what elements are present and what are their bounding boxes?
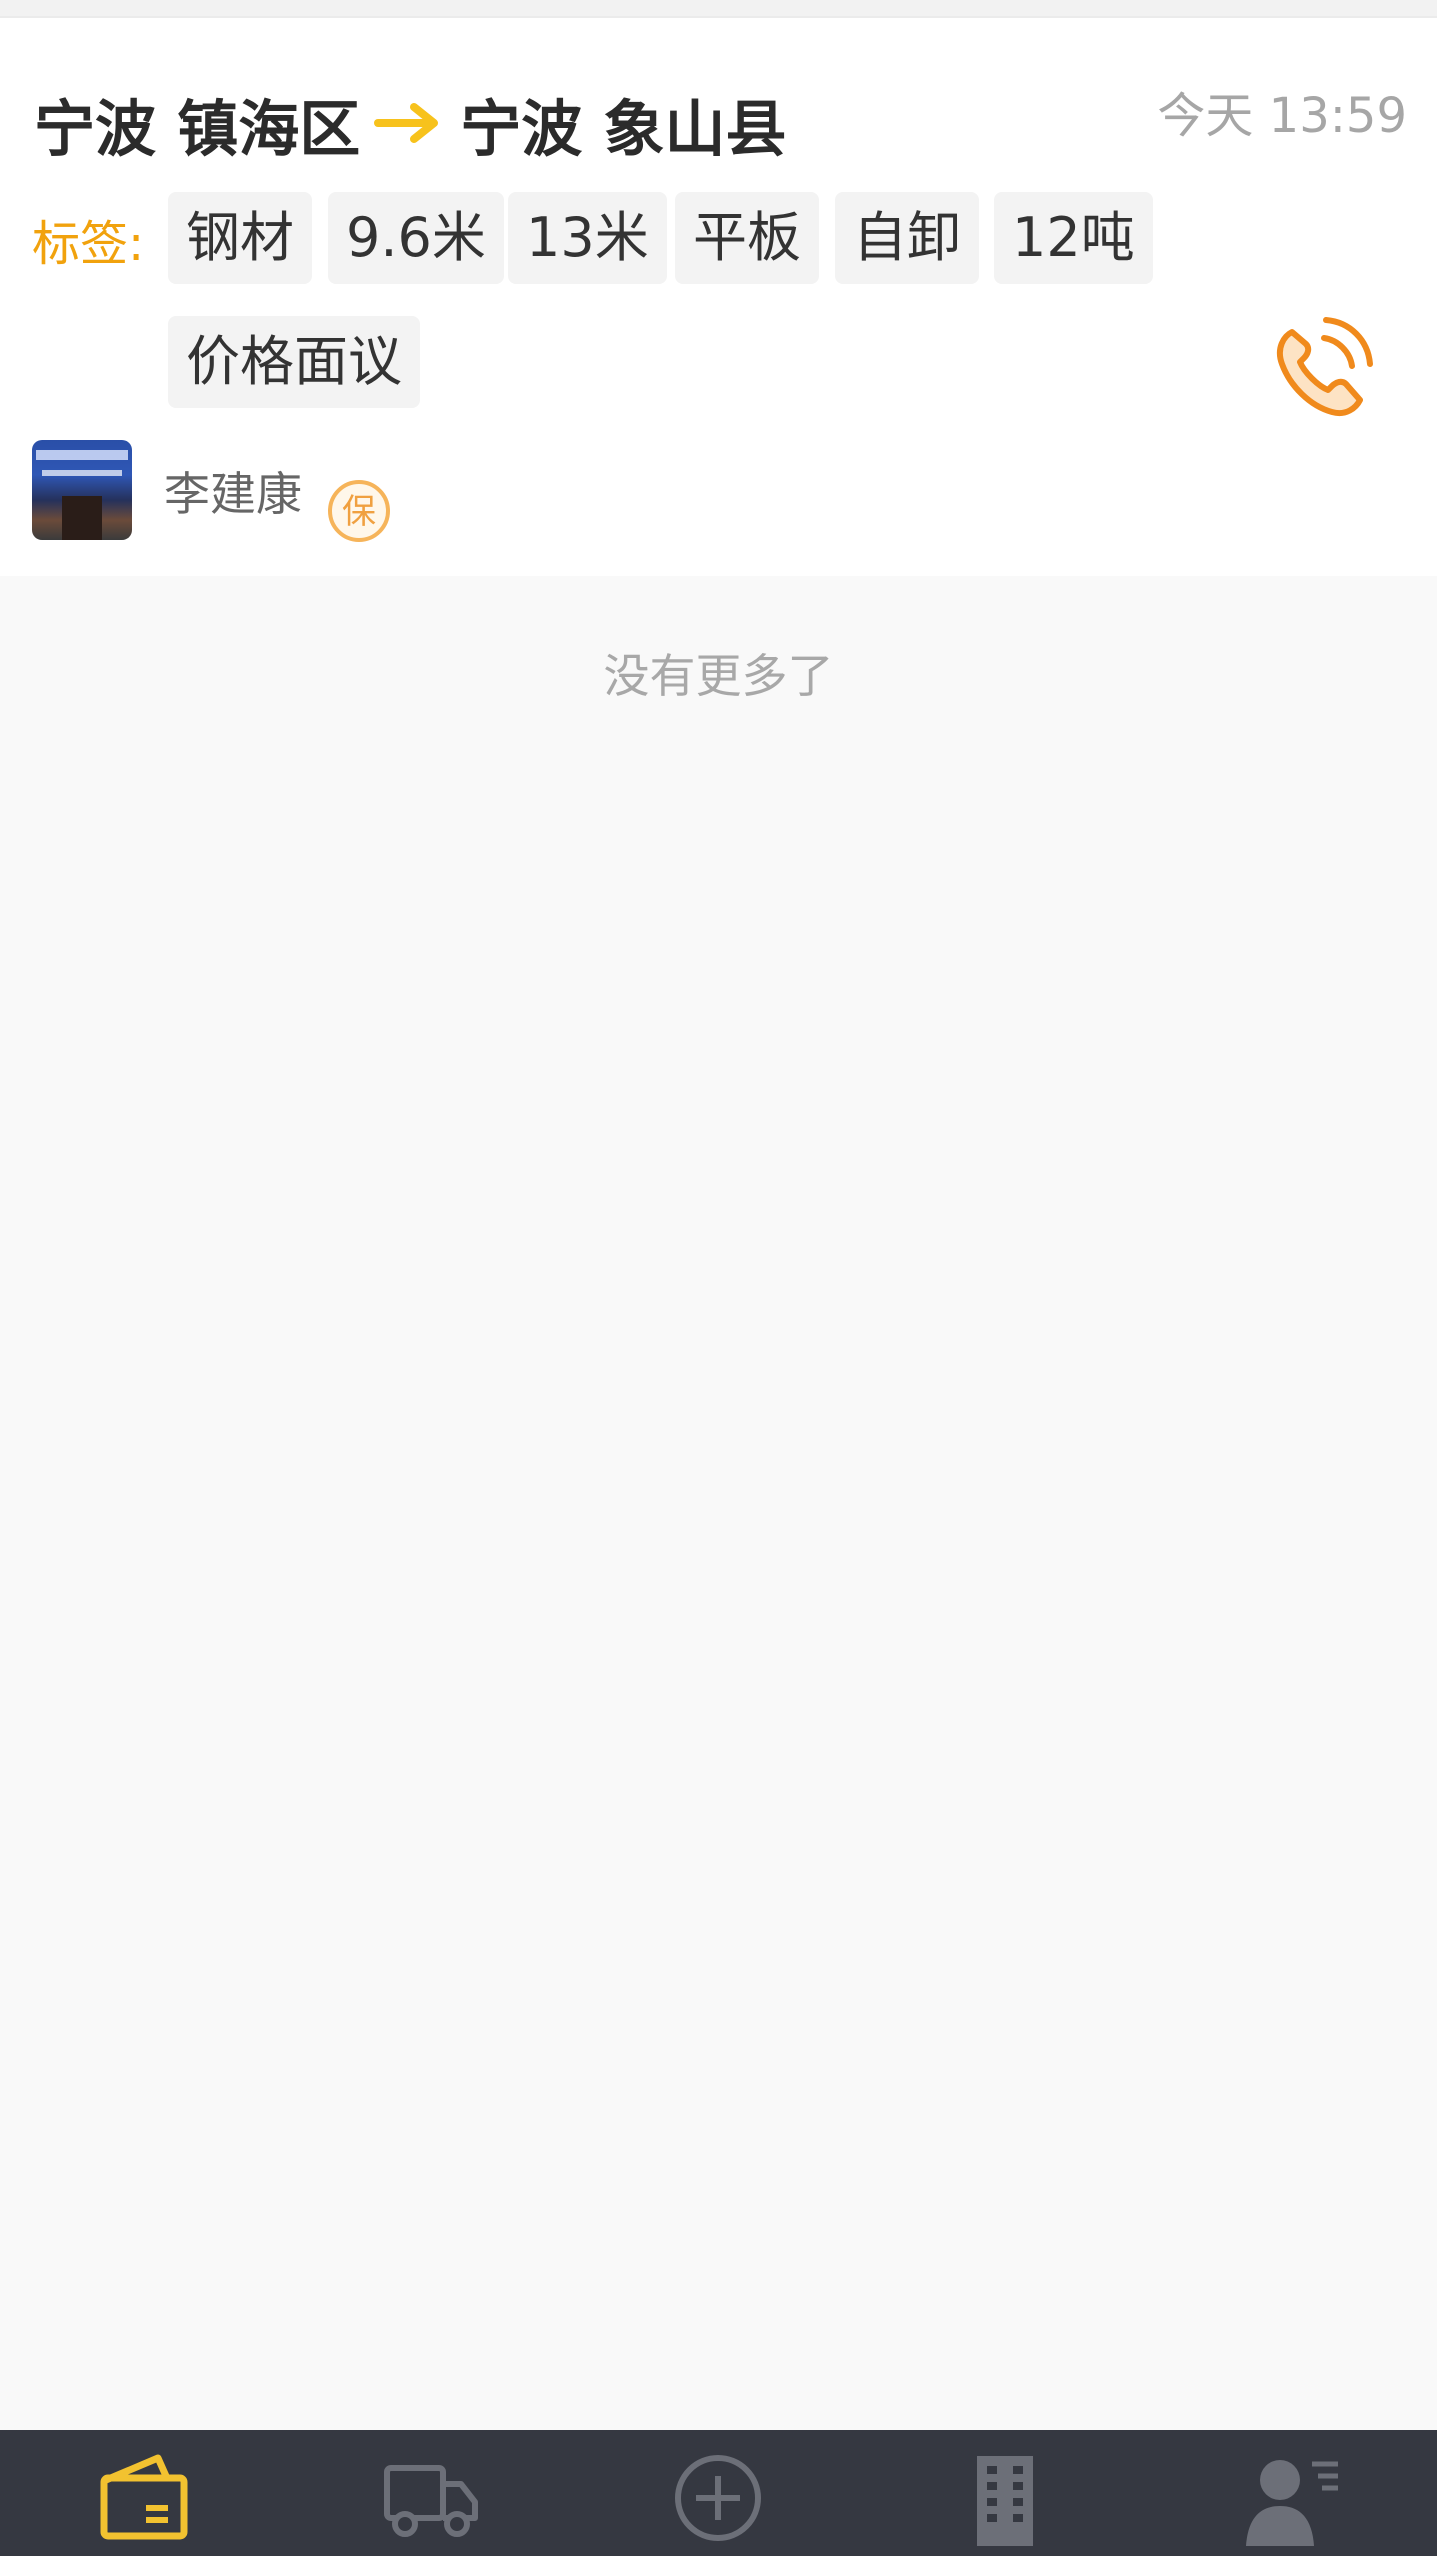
tag-length-9-6: 9.6米 (328, 192, 504, 284)
no-more-text: 没有更多了 (603, 649, 834, 703)
tab-wallet[interactable] (0, 2430, 287, 2556)
tab-company[interactable] (861, 2430, 1148, 2556)
destination-text: 宁波 象山县 (460, 93, 787, 165)
user-profile-icon (1245, 2460, 1338, 2546)
bottom-tab-bar (0, 2430, 1437, 2556)
plus-circle-icon (674, 2455, 761, 2541)
arrow-right-icon (374, 103, 439, 143)
user-name: 李建康 (164, 467, 302, 521)
tag-length-13: 13米 (508, 192, 667, 284)
cargo-listing-card[interactable]: 宁波 镇海区 宁波 象山县 今天 13:59 标签: 钢材 9.6米 13米 平… (0, 18, 1437, 576)
wallet-icon (100, 2454, 187, 2540)
tag-unload-type: 自卸 (835, 192, 979, 284)
guarantee-badge-text: 保 (342, 492, 376, 532)
tags-label: 标签: (32, 216, 145, 272)
guarantee-badge: 保 (328, 480, 390, 542)
post-time: 今天 13:59 (1157, 88, 1407, 144)
origin-text: 宁波 镇海区 (34, 93, 361, 165)
tag-weight: 12吨 (994, 192, 1153, 284)
tab-publish[interactable] (574, 2430, 861, 2556)
truck-icon (383, 2465, 478, 2537)
tag-price: 价格面议 (168, 316, 420, 408)
tag-cargo-type: 钢材 (168, 192, 312, 284)
phone-call-icon[interactable] (1262, 308, 1382, 428)
tab-profile[interactable] (1148, 2430, 1435, 2556)
top-divider (0, 0, 1437, 18)
tag-truck-type: 平板 (675, 192, 819, 284)
route-title: 宁波 镇海区 宁波 象山县 (34, 68, 787, 178)
user-avatar[interactable] (32, 440, 132, 540)
building-icon (976, 2456, 1033, 2546)
tab-trucks[interactable] (287, 2430, 574, 2556)
